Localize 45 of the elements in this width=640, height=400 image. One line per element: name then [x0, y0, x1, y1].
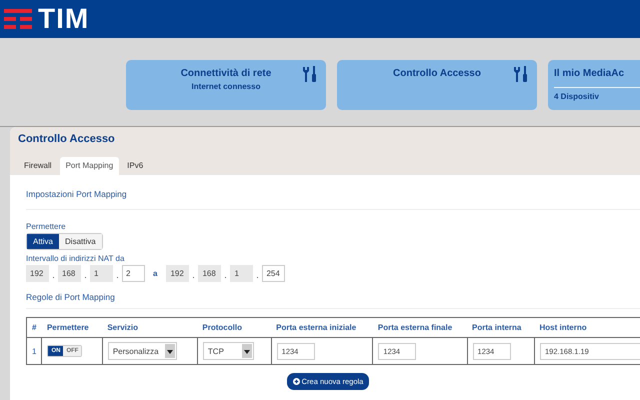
- protocol-dropdown[interactable]: TCP: [202, 342, 254, 360]
- tile-subtitle: Internet connesso: [192, 82, 260, 91]
- range-separator: a: [153, 269, 158, 278]
- plus-icon: [292, 378, 300, 385]
- caret-icon: [164, 344, 175, 358]
- table-cell: 1: [26, 338, 42, 364]
- octet-field[interactable]: 254: [262, 265, 286, 282]
- tools-icon: [513, 66, 529, 82]
- tab[interactable]: Firewall: [18, 157, 58, 175]
- field-label: Intervallo di indirizzi NAT da: [26, 254, 124, 263]
- column-header: Host interno: [534, 318, 640, 338]
- octet-field: 192: [166, 265, 190, 282]
- column-header: Permettere: [42, 318, 102, 338]
- octet-field: 168: [198, 265, 222, 282]
- octet-field: 192: [26, 265, 49, 282]
- column-header: Servizio: [102, 318, 198, 338]
- service-dropdown[interactable]: Personalizza: [108, 342, 177, 360]
- column-header: Porta esterna iniziale: [271, 318, 373, 338]
- column-header: #: [26, 318, 42, 338]
- octet-field: 1: [90, 265, 113, 282]
- octet-field: 1: [230, 265, 254, 282]
- section-title: Regole di Port Mapping: [26, 292, 115, 302]
- octet-field[interactable]: 2: [122, 265, 145, 282]
- column-header: Porta interna: [467, 318, 534, 338]
- section-title: Impostazioni Port Mapping: [26, 189, 127, 199]
- tile-title: Il mio MediaAc: [554, 67, 624, 79]
- tab[interactable]: Port Mapping: [60, 157, 120, 175]
- column-header: Porta esterna finale: [372, 318, 468, 338]
- panel-title: Controllo Accesso: [18, 133, 116, 145]
- tile-card[interactable]: Il mio MediaAc 4 Dispositiv: [548, 60, 640, 110]
- field-label: Permettere: [26, 222, 66, 231]
- column-header: Protocollo: [197, 318, 272, 338]
- tile-card[interactable]: Controllo Accesso: [337, 60, 537, 110]
- tools-icon: [302, 66, 318, 82]
- logo-text: TIM: [38, 3, 90, 35]
- tile-title: Connettività di rete: [180, 67, 272, 79]
- logo-icon: [4, 9, 32, 29]
- octet-field: 168: [58, 265, 81, 282]
- tile-title: Controllo Accesso: [393, 67, 481, 79]
- tile-card[interactable]: Connettività di rete Internet connesso: [126, 60, 326, 110]
- caret-icon: [242, 344, 252, 358]
- tile-subtitle: 4 Dispositiv: [554, 92, 599, 101]
- segment-button[interactable]: Disattiva: [59, 234, 102, 249]
- tab[interactable]: IPv6: [121, 157, 150, 175]
- segment-button[interactable]: Attiva: [27, 234, 60, 249]
